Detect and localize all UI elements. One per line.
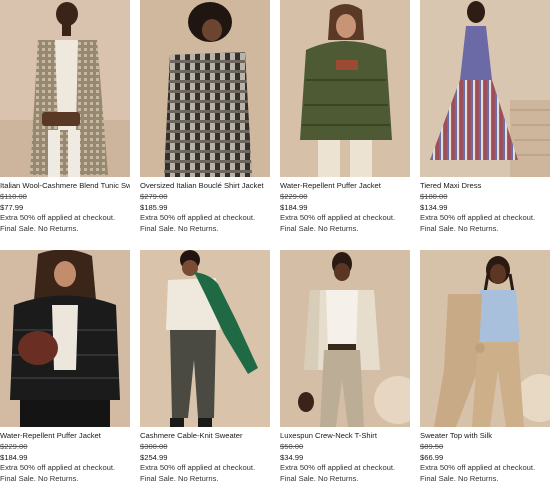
product-name[interactable]: Tiered Maxi Dress [420,181,550,192]
promo-text: Extra 50% off applied at checkout. [420,463,536,473]
final-sale-note: Final Sale. No Returns. [420,224,499,234]
final-sale-note: Final Sale. No Returns. [0,224,79,234]
sale-price: $66.99 [420,452,444,462]
product-card[interactable]: Luxespun Crew-Neck T-Shirt $50.00 $34.99… [280,250,410,484]
sale-price: $184.99 [280,202,308,212]
product-card[interactable]: Sweater Top with Silk $89.50 $66.99 Extr… [420,250,550,484]
product-name[interactable]: Cashmere Cable-Knit Sweater [140,431,270,442]
promo-text: Extra 50% off applied at checkout. [420,213,536,223]
product-name[interactable]: Sweater Top with Silk [420,431,550,442]
product-photo-crew-neck [280,250,410,427]
promo-text: Extra 50% off applied at checkout. [0,463,116,473]
original-price: $229.00 [280,191,308,201]
product-photo-cable-knit [140,250,270,427]
final-sale-note: Final Sale. No Returns. [140,224,219,234]
product-photo-shirt-jacket [140,0,270,177]
sale-price: $185.99 [140,202,168,212]
final-sale-note: Final Sale. No Returns. [140,474,219,484]
sale-price: $77.99 [0,202,24,212]
product-name[interactable]: Water-Repellent Puffer Jacket [280,181,410,192]
product-photo-puffer-jacket [280,0,410,177]
product-grid: Italian Wool-Cashmere Blend Tunic Sweate… [0,0,550,484]
sale-price: $34.99 [280,452,304,462]
product-card[interactable]: Water-Repellent Puffer Jacket $229.00 $1… [280,0,410,235]
final-sale-note: Final Sale. No Returns. [280,474,359,484]
sale-price: $184.99 [0,452,28,462]
original-price: $229.00 [0,441,28,451]
product-image[interactable] [420,0,550,177]
product-card[interactable]: Water-Repellent Puffer Jacket $229.00 $1… [0,250,130,484]
product-card[interactable]: Tiered Maxi Dress $180.00 $134.99 Extra … [420,0,550,235]
final-sale-note: Final Sale. No Returns. [420,474,499,484]
promo-text: Extra 50% off applied at checkout. [280,213,396,223]
product-image[interactable] [0,0,130,177]
product-image[interactable] [280,250,410,427]
product-photo-sweater-top [420,250,550,427]
original-price: $300.00 [140,441,168,451]
product-photo-tunic-sweater [0,0,130,177]
original-price: $279.00 [140,191,168,201]
product-photo-black-puffer [0,250,130,427]
promo-text: Extra 50% off applied at checkout. [0,213,116,223]
product-card[interactable]: Italian Wool-Cashmere Blend Tunic Sweate… [0,0,130,235]
product-image[interactable] [420,250,550,427]
final-sale-note: Final Sale. No Returns. [280,224,359,234]
product-card[interactable]: Cashmere Cable-Knit Sweater $300.00 $254… [140,250,270,484]
product-name[interactable]: Water-Repellent Puffer Jacket [0,431,130,442]
product-image[interactable] [280,0,410,177]
original-price: $50.00 [280,441,304,451]
final-sale-note: Final Sale. No Returns. [0,474,79,484]
original-price: $180.00 [420,191,448,201]
promo-text: Extra 50% off applied at checkout. [280,463,396,473]
sale-price: $134.99 [420,202,448,212]
original-price: $110.00 [0,191,27,201]
product-card[interactable]: Oversized Italian Bouclé Shirt Jacket $2… [140,0,270,235]
product-image[interactable] [140,0,270,177]
product-name[interactable]: Oversized Italian Bouclé Shirt Jacket [140,181,270,192]
product-image[interactable] [140,250,270,427]
sale-price: $254.99 [140,452,168,462]
product-name[interactable]: Italian Wool-Cashmere Blend Tunic Sweate… [0,181,130,192]
product-photo-maxi-dress [420,0,550,177]
promo-text: Extra 50% off applied at checkout. [140,463,256,473]
original-price: $89.50 [420,441,444,451]
promo-text: Extra 50% off applied at checkout. [140,213,256,223]
product-name[interactable]: Luxespun Crew-Neck T-Shirt [280,431,410,442]
product-image[interactable] [0,250,130,427]
